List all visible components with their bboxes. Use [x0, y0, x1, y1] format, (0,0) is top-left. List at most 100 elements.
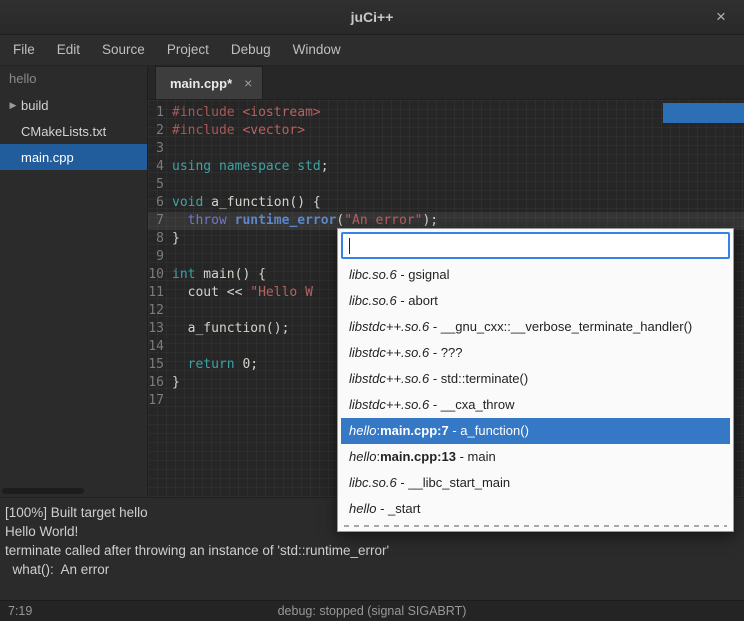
backtrace-item-text: libc.so.6	[349, 267, 397, 282]
code-text: return 0;	[172, 356, 258, 374]
backtrace-item[interactable]: libc.so.6 - abort	[341, 288, 730, 314]
backtrace-popup: libc.so.6 - gsignallibc.so.6 - abortlibs…	[337, 228, 734, 532]
line-number: 13	[148, 320, 172, 338]
code-line: 2#include <vector>	[148, 122, 744, 140]
code-token: #include	[172, 123, 235, 138]
backtrace-item-text: hello	[349, 423, 376, 438]
backtrace-item-text: - a_function()	[449, 423, 529, 438]
backtrace-item-text: - ???	[429, 345, 462, 360]
debug-status: debug: stopped (signal SIGABRT)	[0, 601, 744, 621]
code-text: cout << "Hello W	[172, 284, 313, 302]
horizontal-scrollbar-thumb[interactable]	[2, 488, 84, 494]
menu-debug[interactable]: Debug	[220, 35, 282, 65]
backtrace-item[interactable]: hello - _start	[341, 496, 730, 522]
backtrace-item-text: main.cpp:7	[380, 423, 449, 438]
line-number: 16	[148, 374, 172, 392]
code-token	[172, 213, 188, 228]
code-text: #include <vector>	[172, 122, 305, 140]
code-token: void	[172, 195, 203, 210]
tab-bar: main.cpp* ×	[148, 66, 744, 100]
close-icon[interactable]: ×	[710, 0, 732, 34]
line-number: 17	[148, 392, 172, 410]
backtrace-item[interactable]: libc.so.6 - __libc_start_main	[341, 470, 730, 496]
scrollbar-thumb[interactable]	[663, 103, 744, 123]
code-text: using namespace std;	[172, 158, 329, 176]
backtrace-item-text: libstdc++.so.6	[349, 371, 429, 386]
code-token: a_function() {	[203, 195, 320, 210]
line-number: 2	[148, 122, 172, 140]
backtrace-item-text: libstdc++.so.6	[349, 319, 429, 334]
menu-source[interactable]: Source	[91, 35, 156, 65]
backtrace-item[interactable]: libstdc++.so.6 - __gnu_cxx::__verbose_te…	[341, 314, 730, 340]
console-line: terminate called after throwing an insta…	[5, 541, 744, 560]
backtrace-item-text: - __gnu_cxx::__verbose_terminate_handler…	[429, 319, 692, 334]
code-text: }	[172, 230, 180, 248]
expander-icon[interactable]: ▶	[5, 100, 21, 111]
menu-file[interactable]: File	[2, 35, 46, 65]
code-token	[227, 213, 235, 228]
backtrace-item-text: - main	[456, 449, 496, 464]
line-number: 4	[148, 158, 172, 176]
tree-item-main-cpp[interactable]: main.cpp	[0, 144, 147, 170]
code-token: <iostream>	[242, 105, 320, 120]
code-token: throw	[188, 213, 227, 228]
backtrace-item-text: - __cxa_throw	[429, 397, 514, 412]
tree-item-build[interactable]: ▶build	[0, 92, 147, 118]
code-token	[172, 357, 188, 372]
backtrace-list: libc.so.6 - gsignallibc.so.6 - abortlibs…	[341, 262, 730, 522]
backtrace-item-text: libc.so.6	[349, 293, 397, 308]
backtrace-item[interactable]: hello:main.cpp:7 - a_function()	[341, 418, 730, 444]
code-token: <vector>	[242, 123, 305, 138]
text-caret	[349, 238, 350, 254]
titlebar: juCi++ ×	[0, 0, 744, 35]
console-line: what(): An error	[5, 560, 744, 579]
line-number: 10	[148, 266, 172, 284]
popup-search-input[interactable]	[341, 232, 730, 259]
backtrace-item-text: - _start	[376, 501, 420, 516]
line-number: 1	[148, 104, 172, 122]
code-token: main() {	[195, 267, 265, 282]
file-tree-sidebar: hello ▶build CMakeLists.txt main.cpp	[0, 66, 148, 497]
code-token: "An error"	[344, 213, 422, 228]
code-line: 1#include <iostream>	[148, 104, 744, 122]
backtrace-item-text: main.cpp:13	[380, 449, 456, 464]
backtrace-item[interactable]: libc.so.6 - gsignal	[341, 262, 730, 288]
code-token: "Hello W	[250, 285, 313, 300]
code-text: int main() {	[172, 266, 266, 284]
code-text: a_function();	[172, 320, 289, 338]
tab-main-cpp[interactable]: main.cpp* ×	[155, 66, 263, 99]
menu-window[interactable]: Window	[282, 35, 352, 65]
backtrace-item[interactable]: libstdc++.so.6 - __cxa_throw	[341, 392, 730, 418]
code-token: int	[172, 267, 195, 282]
code-text: void a_function() {	[172, 194, 321, 212]
menu-edit[interactable]: Edit	[46, 35, 91, 65]
code-token: ;	[321, 159, 329, 174]
line-number: 12	[148, 302, 172, 320]
backtrace-item-text: hello	[349, 501, 376, 516]
menu-project[interactable]: Project	[156, 35, 220, 65]
tree-item-cmakelists-txt[interactable]: CMakeLists.txt	[0, 118, 147, 144]
backtrace-item-text: - abort	[397, 293, 438, 308]
scroll-undershoot-indicator	[344, 525, 727, 527]
code-text: #include <iostream>	[172, 104, 321, 122]
line-number: 15	[148, 356, 172, 374]
backtrace-item-text: - std::terminate()	[429, 371, 528, 386]
backtrace-item[interactable]: hello:main.cpp:13 - main	[341, 444, 730, 470]
backtrace-item-text: - __libc_start_main	[397, 475, 510, 490]
line-number: 6	[148, 194, 172, 212]
menubar: FileEditSourceProjectDebugWindow	[0, 35, 744, 66]
tree-item-label: CMakeLists.txt	[21, 124, 106, 139]
tab-close-icon[interactable]: ×	[244, 75, 252, 91]
code-token: 0;	[235, 357, 258, 372]
project-name: hello	[0, 66, 147, 92]
window-title: juCi++	[0, 0, 744, 34]
line-number: 8	[148, 230, 172, 248]
backtrace-item[interactable]: libstdc++.so.6 - std::terminate()	[341, 366, 730, 392]
code-token: return	[188, 357, 235, 372]
code-token: }	[172, 375, 180, 390]
backtrace-item-text: libstdc++.so.6	[349, 397, 429, 412]
line-number: 5	[148, 176, 172, 194]
code-line: 5	[148, 176, 744, 194]
backtrace-item[interactable]: libstdc++.so.6 - ???	[341, 340, 730, 366]
tree-item-label: main.cpp	[21, 150, 74, 165]
